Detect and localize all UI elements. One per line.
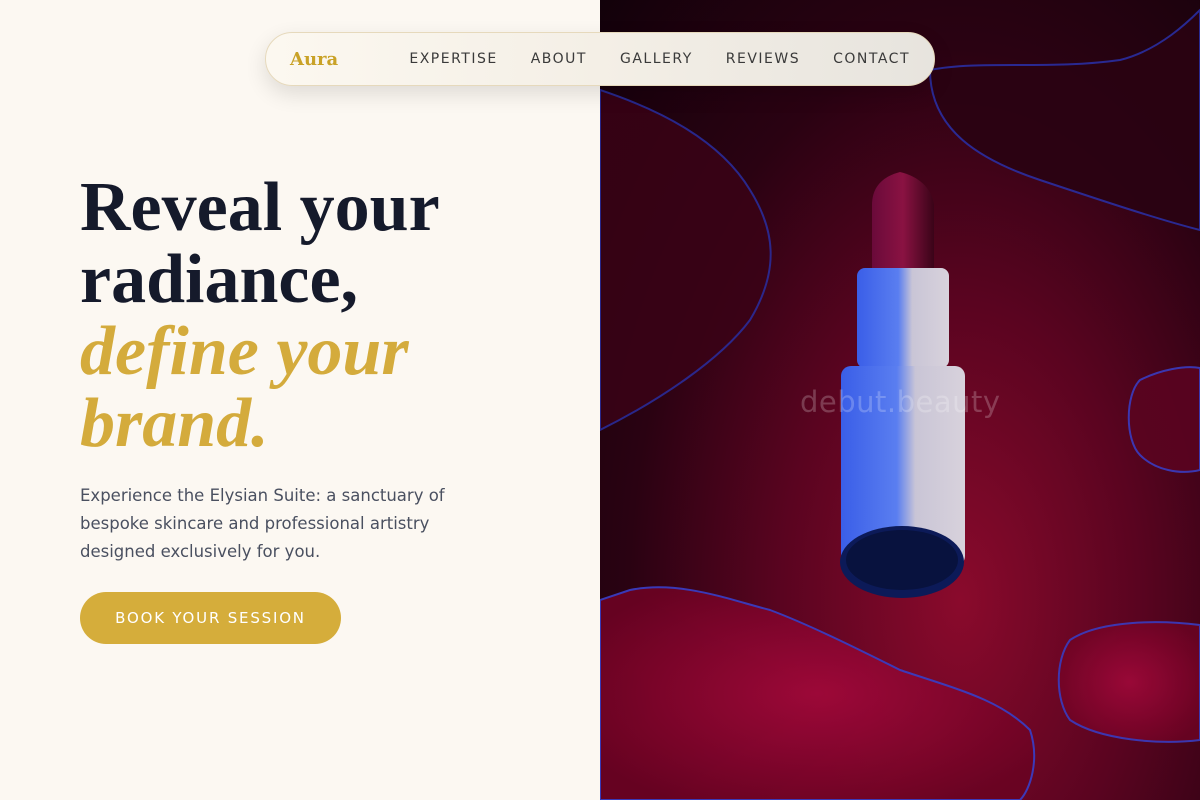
nav-link-contact[interactable]: CONTACT [833,51,910,67]
watermark-text: debut.beauty [800,385,1001,419]
brand-logo[interactable]: Aura [290,49,409,70]
headline-line-1: Reveal your [80,169,440,246]
nav-link-about[interactable]: ABOUT [531,51,587,67]
hero-left-panel: Reveal your radiance, define your brand.… [0,0,600,800]
nav-link-gallery[interactable]: GALLERY [620,51,693,67]
headline-accent-2: brand. [80,385,269,462]
top-navigation: Aura EXPERTISE ABOUT GALLERY REVIEWS CON… [265,32,935,86]
book-session-button[interactable]: BOOK YOUR SESSION [80,592,341,644]
nav-link-reviews[interactable]: REVIEWS [726,51,800,67]
lipstick-image: debut.beauty [600,0,1200,800]
headline-line-2: radiance, [80,241,359,318]
nav-links: EXPERTISE ABOUT GALLERY REVIEWS CONTACT [409,51,910,67]
hero-description: Experience the Elysian Suite: a sanctuar… [80,486,445,561]
hero-headline: Reveal your radiance, define your brand. [80,172,440,460]
headline-accent-1: define your [80,313,409,390]
nav-link-expertise[interactable]: EXPERTISE [409,51,497,67]
